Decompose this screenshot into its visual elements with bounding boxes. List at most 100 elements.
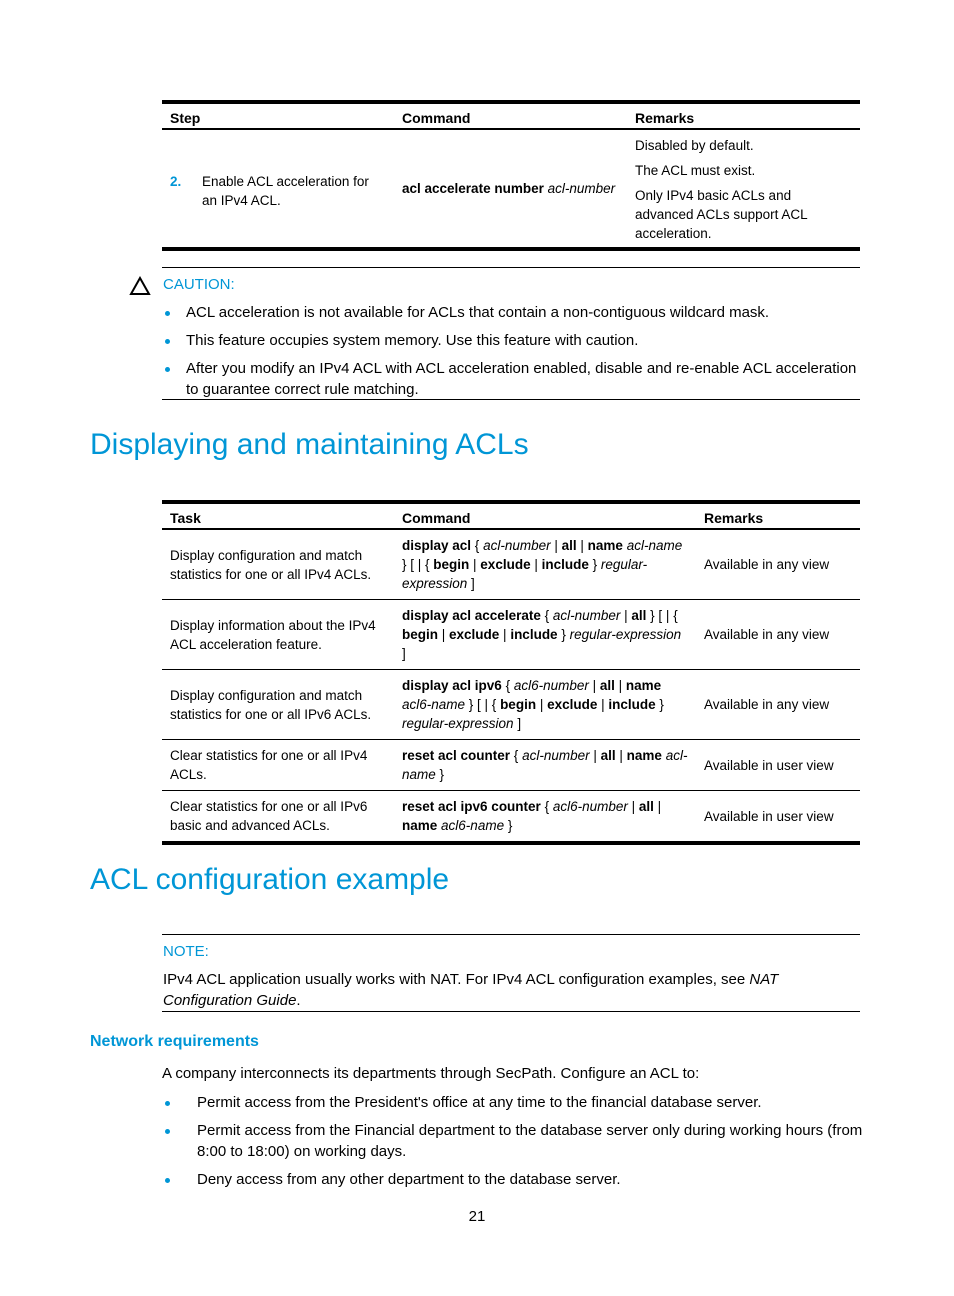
keyword: name <box>402 818 438 833</box>
syntax: | <box>615 748 627 763</box>
syntax: { <box>540 608 553 623</box>
keyword: reset acl counter <box>402 748 511 763</box>
syntax: . <box>296 992 301 1009</box>
argument: acl-name <box>626 538 683 553</box>
command-text: acl accelerate number acl-number <box>402 181 615 196</box>
keyword: include <box>608 697 656 712</box>
syntax: | <box>530 557 542 572</box>
syntax: } <box>504 818 513 833</box>
column-header-remarks: Remarks <box>627 102 860 130</box>
remarks-cell: Available in user view <box>696 739 860 791</box>
argument: acl6-number <box>552 799 628 814</box>
command-cell: display acl ipv6 { acl6-number | all | n… <box>394 669 696 740</box>
step-table: Step Command Remarks 2. Enable ACL accel… <box>162 100 860 251</box>
keyword: begin <box>433 557 470 572</box>
column-header-command: Command <box>394 502 696 530</box>
list-item: Deny access from any other department to… <box>162 1169 867 1190</box>
table-row: 2. Enable ACL acceleration for an IPv4 A… <box>162 129 860 249</box>
command-cell: acl accelerate number acl-number <box>394 129 627 249</box>
list-item: Permit access from the President's offic… <box>162 1092 867 1113</box>
syntax: | <box>614 678 626 693</box>
argument: acl6-number <box>513 678 589 693</box>
keyword: include <box>541 557 589 572</box>
keyword: exclude <box>547 697 598 712</box>
task-cell: Clear statistics for one or all IPv4 ACL… <box>162 739 394 791</box>
syntax: { <box>540 799 553 814</box>
section-heading: Displaying and maintaining ACLs <box>90 428 529 461</box>
document-page: { "colors": { "accent": "#0096d6", "text… <box>0 0 954 1296</box>
syntax: } [ | { <box>402 557 434 572</box>
syntax: | <box>620 608 632 623</box>
table-row: Display information about the IPv4 ACL a… <box>162 599 860 670</box>
syntax: { <box>510 748 523 763</box>
syntax: { <box>471 538 484 553</box>
column-header-task: Task <box>162 502 394 530</box>
argument: acl6-name <box>402 697 466 712</box>
caution-bottom-rule <box>162 399 860 400</box>
command-text: reset acl counter { acl-number | all | n… <box>402 748 687 782</box>
step-number: 2. <box>170 173 182 189</box>
remarks-cell: Available in any view <box>696 599 860 670</box>
column-header-step: Step <box>162 102 394 130</box>
argument: acl6-name <box>441 818 505 833</box>
table-row: Display configuration and match statisti… <box>162 669 860 740</box>
keyword: include <box>510 627 558 642</box>
syntax: } <box>588 557 601 572</box>
command-text: display acl ipv6 { acl6-number | all | n… <box>402 678 664 731</box>
syntax: ] <box>513 716 522 731</box>
column-header-command: Command <box>394 102 627 130</box>
keyword: all <box>631 608 647 623</box>
command-cell: display acl accelerate { acl-number | al… <box>394 599 696 670</box>
syntax: } [ | { <box>465 697 501 712</box>
command-text: reset acl ipv6 counter { acl6-number | a… <box>402 799 661 833</box>
remarks-cell: Available in any view <box>696 669 860 740</box>
command-cell: display acl { acl-number | all | name ac… <box>394 529 696 600</box>
table-row: Clear statistics for one or all IPv4 ACL… <box>162 739 860 791</box>
note-top-rule <box>162 934 860 935</box>
note-text: IPv4 ACL application usually works with … <box>163 969 813 1011</box>
keyword: exclude <box>449 627 500 642</box>
table-row: Display configuration and match statisti… <box>162 529 860 600</box>
page-number: 21 <box>468 1208 486 1225</box>
note-bottom-rule <box>162 1011 860 1012</box>
syntax: | <box>536 697 548 712</box>
keyword: acl accelerate number <box>402 181 548 196</box>
task-cell: Display information about the IPv4 ACL a… <box>162 599 394 670</box>
keyword: all <box>638 799 654 814</box>
argument: regular-expression <box>569 627 682 642</box>
task-cell: Clear statistics for one or all IPv6 bas… <box>170 799 368 833</box>
syntax: | <box>438 627 450 642</box>
subsection-heading: Network requirements <box>90 1033 259 1050</box>
command-cell: reset acl counter { acl-number | all | n… <box>394 739 696 791</box>
list-item: This feature occupies system memory. Use… <box>162 330 862 351</box>
section-heading: ACL configuration example <box>90 863 450 896</box>
list-item-text: This feature occupies system memory. Use… <box>186 332 639 349</box>
remarks-cell: Disabled by default. The ACL must exist.… <box>627 129 860 249</box>
syntax: } [ | { <box>646 608 678 623</box>
requirements-list: Permit access from the President's offic… <box>162 1092 867 1190</box>
remarks-cell: Available in any view <box>696 529 860 600</box>
syntax: | <box>588 678 600 693</box>
remark-line: The ACL must exist. <box>635 163 756 178</box>
caution-list: ACL acceleration is not available for AC… <box>162 302 862 400</box>
argument: regular-expression <box>402 716 514 731</box>
keyword: display acl accelerate <box>402 608 541 623</box>
syntax: | <box>499 627 511 642</box>
syntax: | <box>653 799 662 814</box>
list-item-text: ACL acceleration is not available for AC… <box>186 304 770 321</box>
column-header-remarks: Remarks <box>696 502 860 530</box>
keyword: begin <box>500 697 537 712</box>
syntax: } <box>435 767 445 782</box>
task-table: Task Command Remarks Display configurati… <box>162 500 860 845</box>
warning-triangle-icon <box>129 275 151 299</box>
remarks-cell: Available in user view <box>704 808 834 824</box>
keyword: name <box>626 748 662 763</box>
keyword: all <box>600 748 616 763</box>
task-cell: Display configuration and match statisti… <box>162 669 394 740</box>
caution-label: CAUTION: <box>163 276 235 293</box>
list-item-text: After you modify an IPv4 ACL with ACL ac… <box>186 360 857 398</box>
syntax: | <box>597 697 609 712</box>
list-item: ACL acceleration is not available for AC… <box>162 302 862 323</box>
remark-line: Only IPv4 basic ACLs and advanced ACLs s… <box>635 188 808 241</box>
intro-paragraph: A company interconnects its departments … <box>162 1065 700 1082</box>
